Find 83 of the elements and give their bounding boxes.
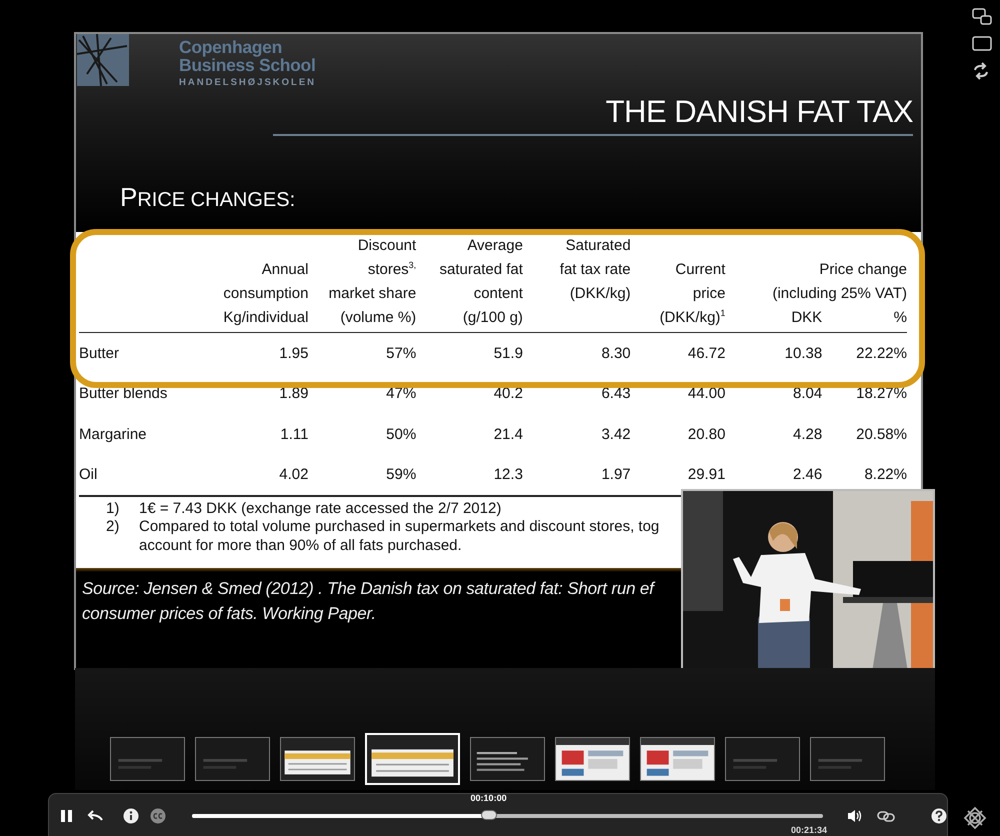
table-cell-text: 1.89 [278, 385, 308, 402]
info-icon[interactable] [123, 808, 139, 824]
row-label: Margarine [79, 426, 148, 443]
column-header: market share [328, 284, 416, 304]
table-cell-text: 1.95 [278, 344, 308, 362]
table-cell-text: 22.22% [855, 344, 907, 362]
table-cell-text: 12.3 [492, 466, 523, 484]
logo-text: Business School [179, 56, 316, 74]
column-header: Price change [818, 260, 907, 280]
table-cell-text: 40.2 [492, 385, 523, 402]
row-label: Butter blends [79, 385, 168, 402]
column-header: price [692, 284, 726, 304]
slide-thumbnail[interactable] [195, 737, 270, 781]
slide-thumbnail[interactable] [470, 737, 545, 781]
column-header: Average [466, 236, 523, 256]
logo-icon [77, 34, 129, 86]
row-label: Oil [79, 466, 98, 484]
column-header: % [892, 308, 907, 328]
source-citation: Source: Jensen & Smed (2012) . The Danish tax on saturated fat: Short run ef consumer prices of fats. Working Paper. [82, 579, 654, 623]
table-cell-text: 59% [385, 466, 416, 484]
table-cell-text: 50% [385, 426, 416, 443]
table-cell-text: 4.28 [792, 426, 822, 443]
column-header: (including 25% VAT) [771, 284, 907, 304]
slide-thumbnail[interactable] [810, 737, 885, 781]
row-label: Butter [79, 344, 120, 362]
slide-thumbnail[interactable] [640, 737, 715, 781]
back-arrow-icon[interactable] [87, 810, 103, 822]
column-header: Discount [356, 236, 416, 256]
table-cell-text: 20.58% [855, 426, 907, 443]
column-header: Kg/individual [222, 308, 308, 328]
table-cell-text: 51.9 [492, 344, 523, 362]
column-header: stores$^{3,}$ [366, 259, 416, 280]
link-icon[interactable] [877, 808, 895, 822]
slide-thumbnail[interactable] [555, 737, 630, 781]
table-cell-text: 6.43 [600, 385, 631, 402]
column-header: consumption [222, 284, 308, 304]
table-cell-text: 21.4 [492, 426, 523, 443]
column-header: Saturated [564, 236, 631, 256]
column-header: (DKK/kg)$^{1}$ [658, 307, 726, 328]
table-cell-text: 46.72 [686, 344, 726, 362]
slide-thumbnail[interactable] [280, 737, 355, 781]
slide-thumbnail[interactable] [725, 737, 800, 781]
duration: 00:21:34 [790, 824, 827, 834]
table-cell-text: 8.30 [600, 344, 631, 362]
screen-icon[interactable] [972, 36, 992, 52]
footnote-text: Compared to total volume purchased in supermarkets and discount stores, tog account for more than 90% of all fats purchased. [139, 518, 660, 555]
captions-icon[interactable] [150, 808, 166, 824]
column-header: fat tax rate [558, 260, 631, 280]
current-time: 00:10:00 [470, 792, 507, 802]
table-cell-text: 3.42 [600, 426, 631, 443]
footnote-text: 1€ = 7.43 DKK (exchange rate accessed the 2/7 2012) [139, 500, 502, 518]
column-header: DKK [790, 308, 822, 328]
volume-icon[interactable] [847, 808, 863, 822]
progress-handle[interactable] [480, 810, 497, 820]
footnote-number: 2) [106, 518, 120, 537]
column-header: Current [674, 260, 726, 280]
slide-title: THE DANISH FAT TAX [606, 94, 913, 130]
pause-icon[interactable] [59, 808, 75, 824]
table-cell-text: 57% [385, 344, 416, 362]
table-cell-text: 8.22% [863, 466, 907, 484]
column-header: (g/100 g) [462, 308, 523, 328]
logo-subtext: HANDELSHØJSKOLEN [179, 77, 316, 88]
table-cell-text: 44.00 [686, 385, 726, 402]
column-header: saturated fat [438, 260, 523, 280]
footnote-number: 1) [106, 500, 120, 518]
column-header: (DKK/kg) [568, 284, 631, 304]
column-header: Annual [260, 260, 308, 280]
column-header: (volume %) [339, 308, 416, 328]
table-cell-text: 1.11 [279, 426, 308, 443]
picture-in-picture-icon[interactable] [972, 8, 992, 26]
slide-subtitle: PRICE CHANGES: [120, 182, 296, 213]
logo-text: Copenhagen [179, 38, 283, 56]
column-header: content [472, 284, 523, 304]
knot-logo-icon [963, 806, 987, 830]
table-cell-text: 2.46 [792, 466, 822, 484]
table-cell-text: 4.02 [278, 466, 308, 484]
table-cell-text: 8.04 [792, 385, 822, 402]
table-cell-text: 20.80 [686, 426, 726, 443]
table-cell-text: 10.38 [784, 344, 822, 362]
help-icon[interactable] [931, 808, 947, 824]
table-cell-text: 29.91 [686, 466, 726, 484]
table-cell-text: 1.97 [600, 466, 631, 484]
slide-thumbnail[interactable] [110, 737, 185, 781]
